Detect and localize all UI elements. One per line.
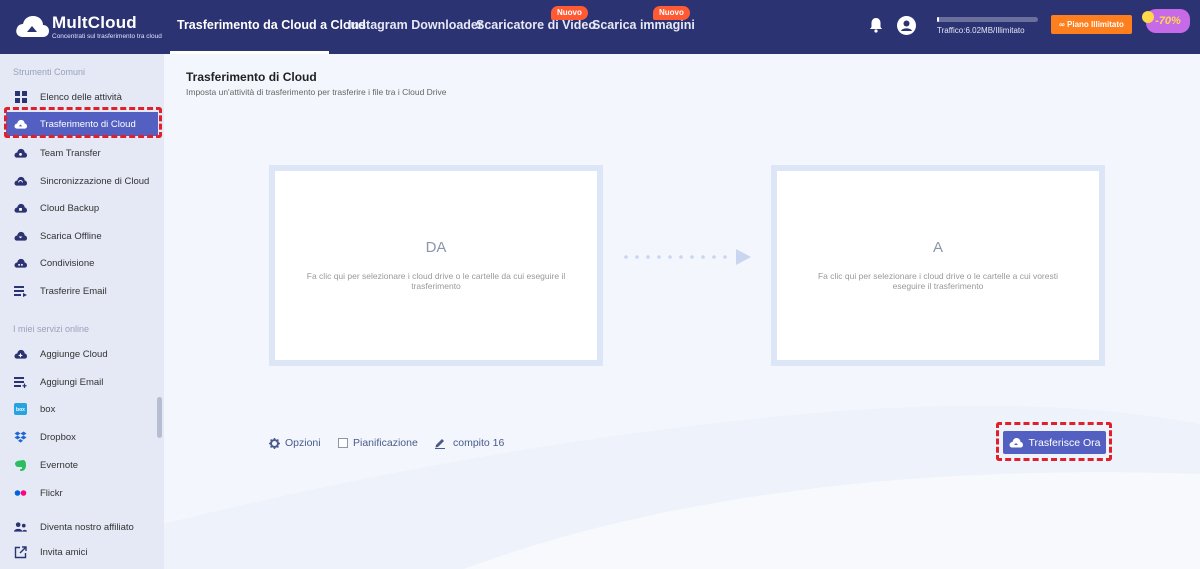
sidebar-item-task-list[interactable]: Elenco delle attività [6, 85, 158, 109]
sidebar-item-label: Team Transfer [40, 147, 101, 159]
dropbox-icon [14, 431, 27, 444]
sidebar-item-team-transfer[interactable]: Team Transfer [6, 141, 158, 165]
sidebar-item-email-transfer[interactable]: Trasferire Email [6, 279, 158, 303]
sidebar-item-label: box [40, 403, 56, 415]
traffic-label: Traffico:6.02MB/Illimitato [937, 26, 1025, 35]
sidebar-item-label: Dropbox [40, 431, 76, 443]
sidebar-item-add-cloud[interactable]: Aggiunge Cloud [6, 342, 158, 366]
sidebar-item-label: Condivisione [40, 257, 95, 269]
tab-cloud-to-cloud[interactable]: Trasferimento da Cloud a Cloud [177, 18, 366, 32]
sidebar-item-flickr[interactable]: Flickr [6, 481, 158, 505]
cloud-backup-icon [14, 202, 27, 215]
sidebar-item-label: Aggiungi Email [40, 376, 104, 388]
sidebar-item-share[interactable]: Condivisione [6, 251, 158, 275]
transfer-direction-arrow-icon [624, 249, 751, 265]
source-hint: Fa clic qui per selezionare i cloud driv… [306, 271, 566, 291]
pencil-icon[interactable] [434, 437, 446, 449]
sidebar-item-offline-download[interactable]: Scarica Offline [6, 224, 158, 248]
evernote-icon [14, 459, 27, 472]
source-label: DA [425, 239, 447, 256]
grid-icon [14, 91, 27, 104]
destination-hint: Fa clic qui per selezionare i cloud driv… [817, 271, 1058, 291]
sidebar-item-label: Diventa nostro affiliato [40, 521, 134, 533]
sidebar-scrollbar[interactable] [157, 397, 162, 438]
sidebar-item-label: Elenco delle attività [40, 91, 122, 103]
sidebar-item-label: Evernote [40, 459, 79, 471]
schedule-checkbox[interactable] [338, 438, 348, 448]
highlight-frame [4, 107, 162, 138]
transfer-now-button[interactable]: Trasferisce Ora [1003, 431, 1106, 454]
sidebar-item-label: Invita amici [40, 546, 88, 558]
sidebar-item-box[interactable]: box box [6, 397, 158, 421]
sidebar-item-invite-friends[interactable]: Invita amici [6, 540, 158, 564]
sidebar-item-evernote[interactable]: Evernote [6, 453, 158, 477]
affiliate-icon [14, 521, 27, 534]
box-icon: box [14, 403, 27, 416]
add-cloud-icon [14, 348, 27, 361]
cloud-upload-icon [1009, 437, 1023, 448]
schedule-label: Pianificazione [353, 437, 418, 449]
plan-button-label: Piano Illimitato [1067, 20, 1124, 29]
sidebar-item-add-email[interactable]: Aggiungi Email [6, 370, 158, 394]
promo-label: -70% [1155, 15, 1181, 27]
destination-panel[interactable]: A Fa clic qui per selezionare i cloud dr… [777, 171, 1099, 360]
page-title: Trasferimento di Cloud [186, 70, 317, 84]
destination-label: A [932, 239, 943, 256]
traffic-progress-bar [937, 17, 1038, 22]
sidebar-item-affiliate[interactable]: Diventa nostro affiliato [6, 515, 158, 539]
traffic-progress-fill [937, 17, 940, 22]
app-name: MultCloud [52, 13, 137, 32]
share-icon [14, 257, 27, 270]
destination-selector[interactable]: A Fa clic qui per selezionare i cloud dr… [771, 165, 1105, 366]
tab-instagram-downloader[interactable]: Instagram Downloader [348, 18, 483, 32]
new-badge: Nuovo [551, 6, 588, 20]
task-name: compito 16 [453, 437, 505, 449]
sidebar: Strumenti Comuni Elenco delle attività T… [0, 54, 164, 569]
sidebar-section-title: Strumenti Comuni [13, 67, 86, 77]
sidebar-item-cloud-backup[interactable]: Cloud Backup [6, 196, 158, 220]
sidebar-item-cloud-sync[interactable]: Sincronizzazione di Cloud [6, 169, 158, 193]
bell-icon[interactable] [867, 16, 885, 34]
sidebar-item-label: Cloud Backup [40, 202, 100, 214]
tab-image-downloader[interactable]: Scarica immagini [592, 18, 695, 32]
discount-promo-badge[interactable]: -70% [1142, 9, 1190, 33]
sidebar-section-title: I miei servizi online [13, 324, 90, 334]
team-transfer-icon [14, 147, 27, 160]
sidebar-item-label: Aggiunge Cloud [40, 348, 108, 360]
sidebar-item-label: Trasferire Email [40, 285, 107, 297]
tab-video-downloader[interactable]: Scaricatore di Video [476, 18, 596, 32]
sidebar-item-label: Flickr [40, 487, 63, 499]
top-bar: MultCloud Concentrati sul trasferimento … [0, 0, 1200, 54]
schedule-toggle[interactable]: Pianificazione [338, 437, 418, 449]
logo[interactable]: MultCloud Concentrati sul trasferimento … [14, 10, 164, 44]
promo-coin-icon [1142, 11, 1154, 23]
unlimited-plan-button[interactable]: ∞ Piano Illimitato [1051, 15, 1132, 34]
source-panel[interactable]: DA Fa clic qui per selezionare i cloud d… [275, 171, 597, 360]
task-name-field[interactable]: compito 16 [434, 437, 504, 449]
flickr-icon [14, 487, 27, 500]
add-email-icon [14, 376, 27, 389]
app-tagline: Concentrati sul trasferimento tra cloud [52, 33, 162, 40]
page-subtitle: Imposta un'attività di trasferimento per… [186, 87, 447, 97]
transfer-now-label: Trasferisce Ora [1028, 436, 1101, 449]
invite-icon [14, 545, 27, 559]
user-avatar-icon[interactable] [897, 16, 916, 35]
svg-text:box: box [16, 407, 25, 413]
sidebar-item-label: Scarica Offline [40, 230, 102, 242]
infinity-icon: ∞ [1059, 20, 1068, 29]
source-selector[interactable]: DA Fa clic qui per selezionare i cloud d… [269, 165, 603, 366]
cloud-sync-icon [14, 175, 27, 188]
gear-icon [269, 437, 280, 449]
new-badge: Nuovo [653, 6, 690, 20]
options-button[interactable]: Opzioni [269, 437, 321, 449]
sidebar-item-label: Sincronizzazione di Cloud [40, 175, 150, 187]
offline-download-icon [14, 230, 27, 243]
email-transfer-icon [14, 285, 27, 298]
options-label: Opzioni [285, 437, 321, 449]
main-panel: Trasferimento di Cloud Imposta un'attivi… [164, 54, 1200, 569]
sidebar-item-dropbox[interactable]: Dropbox [6, 425, 158, 449]
multcloud-logo-icon [16, 16, 49, 37]
